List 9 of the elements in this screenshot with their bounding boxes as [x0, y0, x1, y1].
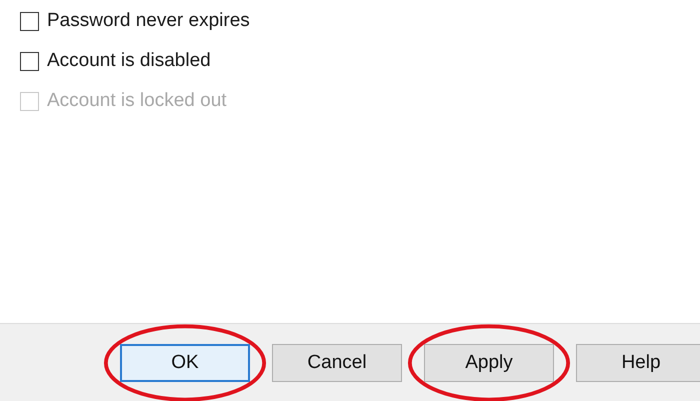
checkbox[interactable] [20, 52, 39, 70]
checkbox[interactable] [20, 12, 39, 30]
checkbox-label: Account is disabled [47, 50, 211, 72]
checkbox-label: Account is locked out [47, 90, 227, 112]
dialog-button[interactable]: Apply [424, 344, 554, 382]
dialog-button[interactable]: Help [576, 344, 700, 382]
dialog-button[interactable]: Cancel [272, 344, 402, 382]
checkbox-label: Password never expires [47, 10, 250, 32]
dialog-button[interactable]: OK [120, 344, 250, 382]
